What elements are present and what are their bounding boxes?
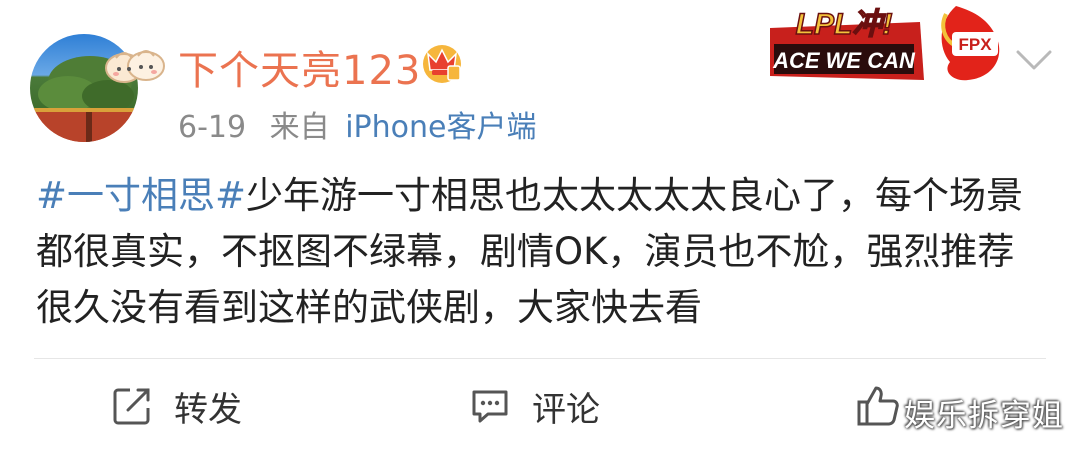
crown-icon[interactable] xyxy=(418,40,466,84)
comment-label: 评论 xyxy=(532,389,600,430)
post-meta: 6-19 来自 iPhone客户端 xyxy=(178,102,550,146)
badge-team: FPX xyxy=(958,35,992,54)
post-source: iPhone客户端 xyxy=(345,110,537,145)
badge-top-text: LPL冲! xyxy=(796,8,893,41)
username[interactable]: 下个天亮123 xyxy=(178,38,421,96)
bun-sticker-icon xyxy=(105,50,165,83)
repost-button[interactable]: 转发 xyxy=(112,384,242,430)
repost-icon xyxy=(113,388,150,425)
post-content: #一寸相思#少年游一寸相思也太太太太太良心了，每个场景都很真实，不抠图不绿幕，剧… xyxy=(36,168,1046,336)
topic-link[interactable]: #一寸相思# xyxy=(36,174,246,217)
divider xyxy=(34,358,1046,359)
chevron-down-icon[interactable] xyxy=(1014,44,1054,74)
avatar-area[interactable] xyxy=(30,34,165,144)
thumbs-up-icon xyxy=(857,386,899,426)
watermark: 娱乐拆穿姐 xyxy=(904,398,1064,434)
repost-label: 转发 xyxy=(174,389,242,430)
source-prefix: 来自 xyxy=(269,110,330,145)
post-date: 6-19 xyxy=(178,110,247,145)
weibo-post: 下个天亮123 6-19 来自 iPhone客户端 LPL冲! ACE WE C… xyxy=(0,0,1080,452)
team-fan-badge[interactable]: LPL冲! ACE WE CAN FPX xyxy=(770,0,1006,84)
badge-bottom-text: ACE WE CAN xyxy=(772,48,916,73)
comment-button[interactable]: 评论 xyxy=(470,384,600,430)
comment-icon xyxy=(472,390,508,423)
